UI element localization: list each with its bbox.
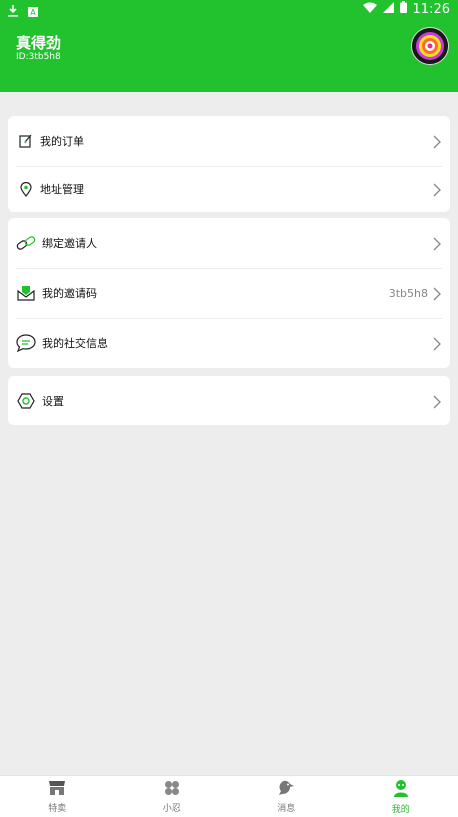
tab-label: 消息 (277, 801, 295, 814)
menu-item-invite-code[interactable]: 我的邀请码 3tb5h8 (8, 268, 450, 318)
download-icon (8, 2, 18, 21)
tab-xiaoren[interactable]: 小忍 (115, 776, 230, 817)
menu-item-label: 设置 (42, 393, 64, 409)
tab-label: 我的 (392, 802, 410, 815)
bottom-tab-bar: 特卖 小忍 消息 我的 (0, 775, 458, 817)
chevron-right-icon (432, 236, 442, 250)
signal-icon (383, 2, 394, 17)
envelope-icon (16, 283, 36, 303)
menu-item-bind-inviter[interactable]: 绑定邀请人 (8, 218, 450, 268)
chat-bubble-icon (16, 333, 36, 353)
link-icon (16, 233, 36, 253)
status-bar: A 11:26 (0, 0, 458, 20)
chevron-right-icon (432, 286, 442, 300)
menu-item-settings[interactable]: 设置 (8, 376, 450, 425)
menu-item-label: 地址管理 (40, 181, 84, 197)
bird-icon (277, 780, 295, 800)
svg-text:A: A (30, 8, 36, 17)
user-id: ID:3tb5h8 (16, 52, 61, 62)
menu-item-label: 绑定邀请人 (42, 235, 97, 251)
avatar[interactable] (411, 27, 449, 65)
menu-item-address[interactable]: 地址管理 (8, 166, 450, 212)
username: 真得劲 (16, 32, 61, 53)
clock: 11:26 (413, 2, 450, 17)
store-icon (48, 780, 66, 800)
chevron-right-icon (432, 336, 442, 350)
menu-item-label: 我的社交信息 (42, 335, 108, 351)
invite-code-value: 3tb5h8 (389, 287, 428, 300)
menu-card-social: 绑定邀请人 我的邀请码 3tb5h8 我的社交信息 (8, 218, 450, 368)
a-icon: A (28, 2, 38, 21)
tab-label: 小忍 (163, 801, 181, 814)
battery-icon (400, 1, 407, 17)
settings-icon (16, 391, 36, 411)
menu-item-my-orders[interactable]: 我的订单 (8, 116, 450, 166)
menu-item-label: 我的订单 (40, 133, 84, 149)
location-pin-icon (16, 179, 36, 199)
wifi-icon (363, 2, 377, 17)
tab-messages[interactable]: 消息 (229, 776, 344, 817)
menu-item-label: 我的邀请码 (42, 285, 97, 301)
edit-order-icon (16, 131, 36, 151)
tab-sale[interactable]: 特卖 (0, 776, 115, 817)
person-icon (393, 779, 409, 801)
tab-label: 特卖 (48, 801, 66, 814)
menu-card-orders: 我的订单 地址管理 (8, 116, 450, 212)
profile-header: 真得劲 ID:3tb5h8 (0, 20, 458, 92)
chevron-right-icon (432, 182, 442, 196)
clover-icon (164, 780, 180, 800)
chevron-right-icon (432, 134, 442, 148)
menu-card-settings: 设置 (8, 376, 450, 425)
chevron-right-icon (432, 394, 442, 408)
menu-item-social-info[interactable]: 我的社交信息 (8, 318, 450, 368)
tab-mine[interactable]: 我的 (344, 776, 458, 817)
